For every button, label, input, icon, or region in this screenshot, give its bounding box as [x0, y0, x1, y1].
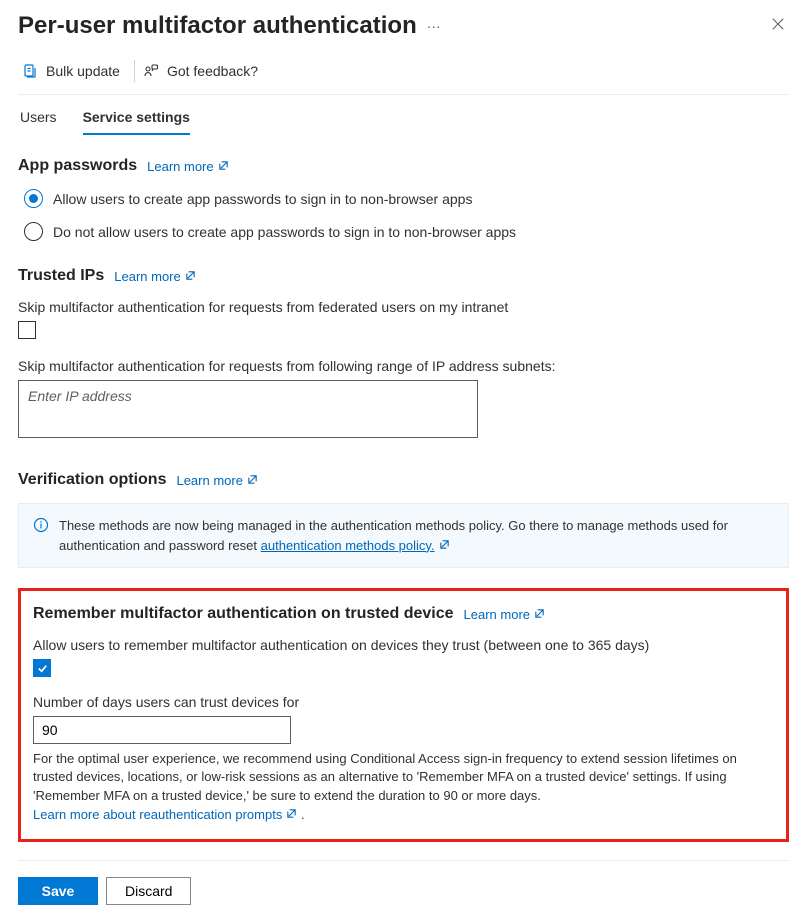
radio-allow-app-passwords[interactable] — [24, 189, 43, 208]
app-passwords-heading: App passwords — [18, 157, 137, 175]
skip-federated-label: Skip multifactor authentication for requ… — [18, 299, 789, 315]
checkmark-icon — [36, 662, 49, 675]
remember-help-text: For the optimal user experience, we reco… — [33, 751, 737, 804]
reauth-prompts-link[interactable]: Learn more about reauthentication prompt… — [33, 806, 297, 825]
save-button[interactable]: Save — [18, 877, 98, 905]
external-link-icon — [185, 269, 196, 284]
remember-heading: Remember multifactor authentication on t… — [33, 605, 454, 623]
toolbar: Bulk update Got feedback? — [18, 50, 789, 95]
tab-service-settings[interactable]: Service settings — [83, 109, 190, 135]
external-link-icon — [247, 473, 258, 488]
feedback-label: Got feedback? — [167, 63, 258, 79]
external-link-icon — [218, 159, 229, 174]
info-icon — [33, 517, 49, 555]
external-link-icon — [534, 607, 545, 622]
section-verification: Verification options Learn more — [18, 471, 789, 489]
remember-allow-label: Allow users to remember multifactor auth… — [33, 637, 774, 653]
section-remember: Remember multifactor authentication on t… — [33, 605, 774, 623]
tabs: Users Service settings — [18, 109, 789, 135]
tab-users[interactable]: Users — [20, 109, 57, 135]
external-link-icon — [286, 806, 297, 825]
verification-heading: Verification options — [18, 471, 166, 489]
bulk-update-button[interactable]: Bulk update — [20, 63, 134, 79]
checkbox-skip-federated[interactable] — [18, 321, 36, 339]
footer-divider — [18, 860, 789, 861]
ip-address-input[interactable] — [18, 380, 478, 438]
upload-icon — [22, 63, 38, 79]
trusted-ips-heading: Trusted IPs — [18, 267, 104, 285]
learn-more-app-passwords[interactable]: Learn more — [147, 159, 228, 174]
learn-more-remember[interactable]: Learn more — [464, 607, 545, 622]
more-actions-button[interactable]: ··· — [427, 18, 441, 34]
page-title: Per-user multifactor authentication — [18, 12, 417, 40]
close-button[interactable] — [767, 13, 789, 40]
remember-mfa-highlight: Remember multifactor authentication on t… — [18, 588, 789, 842]
toolbar-divider — [134, 60, 135, 82]
verification-info-box: These methods are now being managed in t… — [18, 503, 789, 568]
learn-more-trusted-ips[interactable]: Learn more — [114, 269, 195, 284]
learn-more-verification[interactable]: Learn more — [176, 473, 257, 488]
close-icon — [771, 18, 785, 35]
person-feedback-icon — [143, 63, 159, 79]
bulk-update-label: Bulk update — [46, 63, 120, 79]
feedback-button[interactable]: Got feedback? — [141, 63, 272, 79]
radio-deny-app-passwords[interactable] — [24, 222, 43, 241]
external-link-icon — [439, 536, 450, 556]
auth-methods-policy-link[interactable]: authentication methods policy. — [261, 536, 450, 556]
radio-deny-label: Do not allow users to create app passwor… — [53, 224, 516, 240]
checkbox-remember-mfa[interactable] — [33, 659, 51, 677]
footer-buttons: Save Discard — [18, 877, 789, 905]
radio-allow-label: Allow users to create app passwords to s… — [53, 191, 472, 207]
skip-subnets-label: Skip multifactor authentication for requ… — [18, 358, 789, 374]
discard-button[interactable]: Discard — [106, 877, 191, 905]
app-passwords-radio-group: Allow users to create app passwords to s… — [18, 189, 789, 241]
days-label: Number of days users can trust devices f… — [33, 694, 774, 710]
header: Per-user multifactor authentication ··· — [18, 12, 789, 40]
days-input[interactable] — [33, 716, 291, 744]
section-trusted-ips: Trusted IPs Learn more — [18, 267, 789, 285]
section-app-passwords: App passwords Learn more — [18, 157, 789, 175]
